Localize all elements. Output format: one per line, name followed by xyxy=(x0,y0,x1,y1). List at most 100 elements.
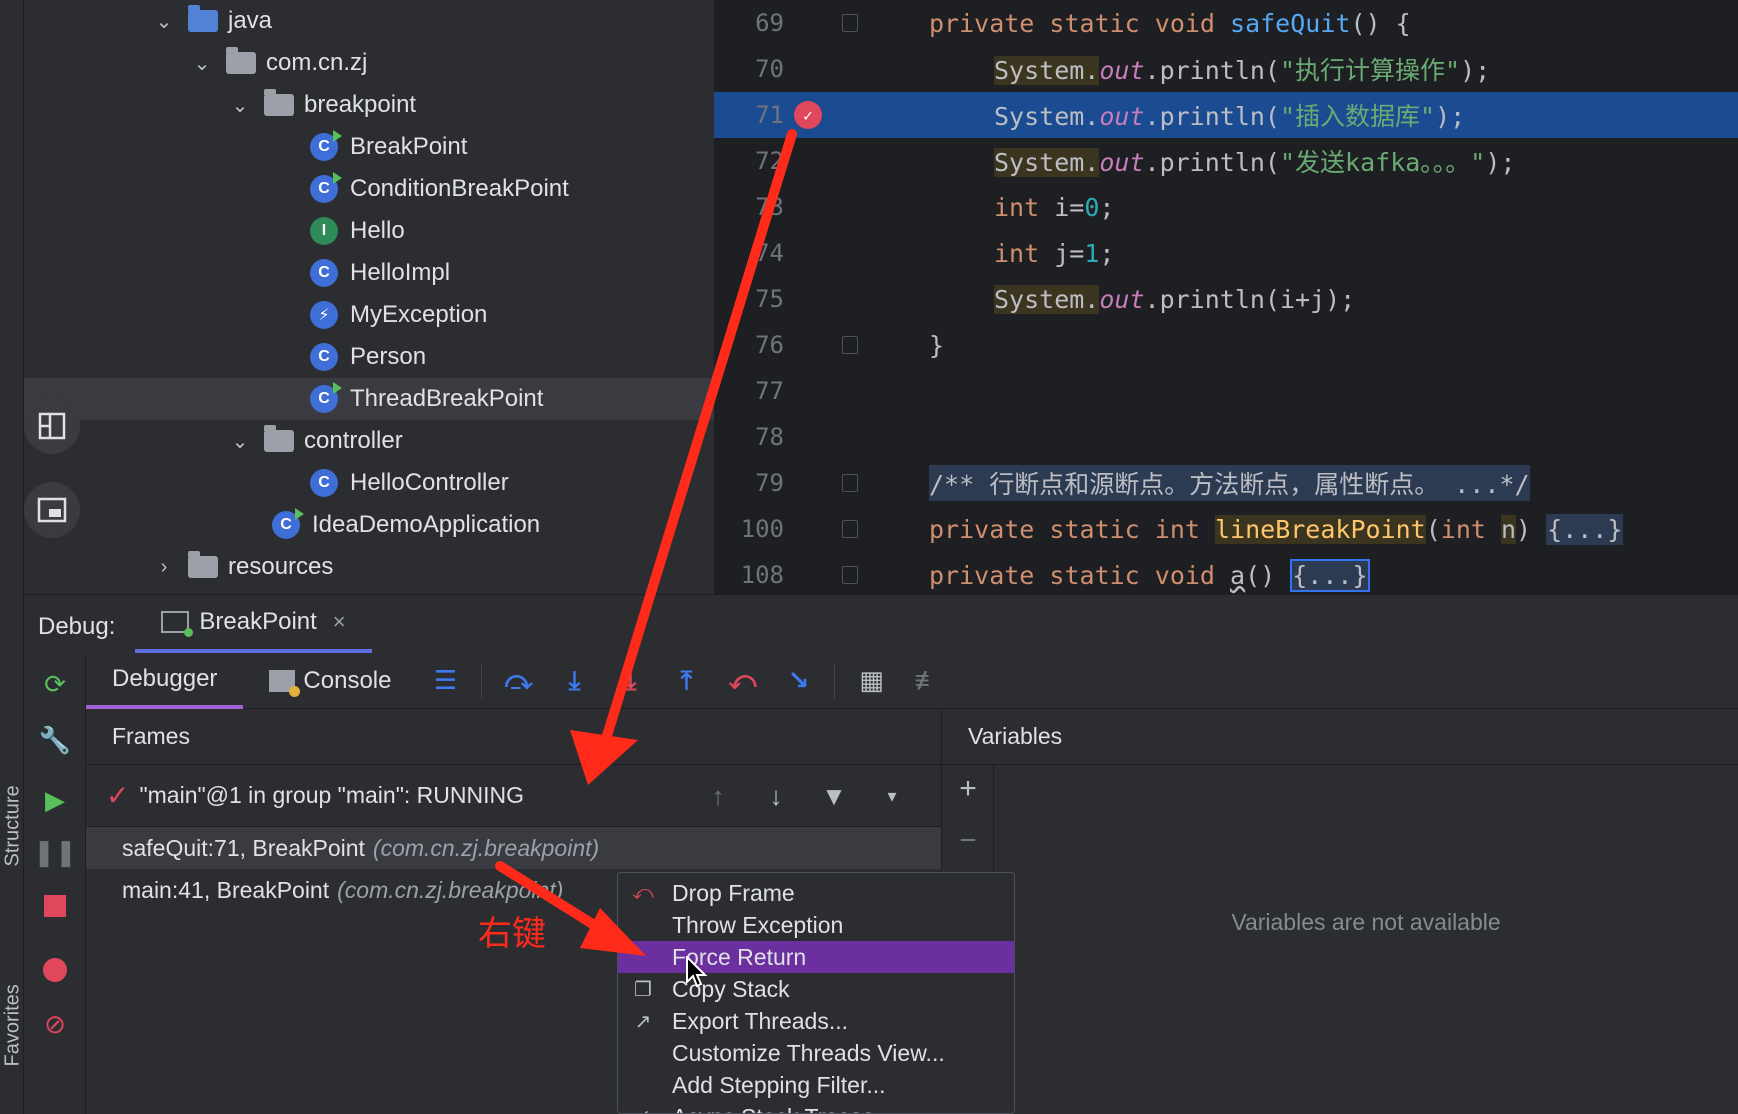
tab-debugger[interactable]: Debugger xyxy=(86,653,244,709)
arrow-down-icon[interactable]: ↓ xyxy=(747,781,805,812)
debugger-toolbar: Debugger Console ☰ ⤼ ⤓ ⤓ ⤒ ⤺ ↘ ▦ ≢ xyxy=(86,653,1738,709)
layout-toggle-button[interactable] xyxy=(24,398,80,454)
breakpoint-icon[interactable]: ✓ xyxy=(794,101,822,129)
menu-item-label: Customize Threads View... xyxy=(672,1039,945,1066)
tree-item[interactable]: C HelloController xyxy=(24,462,714,504)
tree-item[interactable]: C IdeaDemoApplication xyxy=(24,504,714,546)
code-line[interactable]: 74 int j=1; xyxy=(714,230,1738,276)
code-line[interactable]: 79 /** 行断点和源断点。方法断点，属性断点。 ...*/ xyxy=(714,460,1738,506)
current-execution-line[interactable]: 71 ✓ System.out.println("插入数据库"); xyxy=(714,92,1738,138)
tree-item[interactable]: C BreakPoint xyxy=(24,126,714,168)
force-step-into-icon[interactable]: ⤓ xyxy=(612,663,648,699)
code-line[interactable]: 76 } xyxy=(714,322,1738,368)
filter-icon[interactable]: ▼ xyxy=(805,781,863,812)
code-line[interactable]: 73 int i=0; xyxy=(714,184,1738,230)
tree-item[interactable]: ⌄ com.cn.zj xyxy=(24,42,714,84)
tab-console[interactable]: Console xyxy=(243,653,417,709)
arrow-up-icon[interactable]: ↑ xyxy=(689,781,747,812)
presentation-mode-button[interactable] xyxy=(24,482,80,538)
stack-frame[interactable]: safeQuit:71, BreakPoint (com.cn.zj.break… xyxy=(86,827,941,869)
line-number: 70 xyxy=(755,55,784,83)
tree-item[interactable]: I Hello xyxy=(24,210,714,252)
fold-marker-icon[interactable] xyxy=(842,336,858,354)
remove-watch-icon[interactable]: − xyxy=(954,826,982,856)
menu-item-customize-threads-view[interactable]: Customize Threads View... xyxy=(618,1037,1014,1069)
package-icon xyxy=(226,47,256,74)
code-text: System.out.println("插入数据库"); xyxy=(994,102,1466,131)
variables-title: Variables xyxy=(942,709,1738,765)
run-to-cursor-icon[interactable]: ↘ xyxy=(780,663,816,699)
tree-item[interactable]: › resources xyxy=(24,546,714,588)
chevron-down-icon[interactable]: ▾ xyxy=(863,786,921,807)
chevron-down-icon[interactable]: ⌄ xyxy=(154,9,174,34)
menu-item-copy-stack[interactable]: ❐ Copy Stack xyxy=(618,973,1014,1005)
menu-item-label: Async Stack Traces xyxy=(672,1104,874,1114)
fold-marker-icon[interactable] xyxy=(842,14,858,32)
code-line[interactable]: 75 System.out.println(i+j); xyxy=(714,276,1738,322)
tree-item[interactable]: ⌄ controller xyxy=(24,420,714,462)
code-editor[interactable]: 69 private static void safeQuit() { 70 S… xyxy=(714,0,1738,594)
structure-tool-label[interactable]: Structure xyxy=(2,785,25,866)
pause-icon[interactable]: ❚❚ xyxy=(33,835,77,869)
chevron-down-icon[interactable]: ⌄ xyxy=(230,429,250,454)
tree-item[interactable]: C ConditionBreakPoint xyxy=(24,168,714,210)
code-text: System.out.println(i+j); xyxy=(994,284,1356,314)
favorites-tool-label[interactable]: Favorites xyxy=(2,984,25,1066)
resume-icon[interactable]: ▶ xyxy=(38,783,72,817)
tree-item[interactable]: ⚡ MyException xyxy=(24,294,714,336)
debug-session-tab[interactable]: BreakPoint × xyxy=(135,595,372,653)
toolbar-separator xyxy=(481,662,483,699)
code-line[interactable]: 69 private static void safeQuit() { xyxy=(714,0,1738,46)
chevron-down-icon[interactable]: ⌄ xyxy=(192,51,212,76)
package-icon xyxy=(264,425,294,452)
code-line[interactable]: 100 private static int lineBreakPoint(in… xyxy=(714,506,1738,552)
tree-item-selected[interactable]: C ThreadBreakPoint xyxy=(24,378,714,420)
tree-item[interactable]: ⌄ java xyxy=(24,0,714,42)
tree-item[interactable]: C Person xyxy=(24,336,714,378)
line-number: 108 xyxy=(740,561,784,589)
menu-item-async-stack-traces[interactable]: ✓ Async Stack Traces xyxy=(618,1101,1014,1114)
code-text: System.out.println("发送kafka。。。"); xyxy=(994,148,1516,177)
code-line[interactable]: 108 private static void a() {...} xyxy=(714,552,1738,594)
tree-item[interactable]: ⌄ breakpoint xyxy=(24,84,714,126)
evaluate-expression-icon[interactable]: ▦ xyxy=(853,663,889,699)
trace-stream-icon[interactable]: ≢ xyxy=(909,663,945,699)
settings-wrench-icon[interactable]: 🔧 xyxy=(38,723,72,757)
code-line[interactable]: 72 System.out.println("发送kafka。。。"); xyxy=(714,138,1738,184)
spring-class-icon: C xyxy=(272,508,304,539)
menu-item-throw-exception[interactable]: Throw Exception xyxy=(618,909,1014,941)
fold-marker-icon[interactable] xyxy=(842,474,858,492)
step-into-icon[interactable]: ⤓ xyxy=(556,663,592,699)
menu-lines-icon[interactable]: ☰ xyxy=(427,663,463,699)
tree-item-label: Person xyxy=(350,343,427,370)
step-over-icon[interactable]: ⤼ xyxy=(500,663,536,699)
line-number: 77 xyxy=(755,377,784,405)
menu-item-add-stepping-filter[interactable]: Add Stepping Filter... xyxy=(618,1069,1014,1101)
stop-icon[interactable] xyxy=(38,889,72,923)
annotation-label: 右键 xyxy=(478,914,546,954)
menu-item-drop-frame[interactable]: ⤺ Drop Frame xyxy=(618,877,1014,909)
menu-item-force-return[interactable]: Force Return xyxy=(618,941,1014,973)
chevron-down-icon[interactable]: ⌄ xyxy=(230,93,250,118)
line-number: 100 xyxy=(740,515,784,543)
mute-breakpoints-icon[interactable]: ⊘ xyxy=(38,1007,72,1041)
tree-item-label: com.cn.zj xyxy=(266,49,368,76)
code-line[interactable]: 78 xyxy=(714,414,1738,460)
chevron-right-icon[interactable]: › xyxy=(154,556,174,579)
view-breakpoints-icon[interactable] xyxy=(38,953,72,987)
menu-item-export-threads[interactable]: ↗ Export Threads... xyxy=(618,1005,1014,1037)
thread-selector[interactable]: ✓ "main"@1 in group "main": RUNNING ↑ ↓ … xyxy=(86,765,941,827)
tree-item[interactable]: C HelloImpl xyxy=(24,252,714,294)
class-icon: C xyxy=(310,469,338,497)
drop-frame-icon[interactable]: ⤺ xyxy=(724,663,760,699)
fold-marker-icon[interactable] xyxy=(842,520,858,538)
add-watch-icon[interactable]: + xyxy=(954,774,982,804)
step-out-icon[interactable]: ⤒ xyxy=(668,663,704,699)
fold-marker-icon[interactable] xyxy=(842,566,858,584)
rerun-icon[interactable]: ⟳ xyxy=(38,667,72,701)
close-icon[interactable]: × xyxy=(333,609,346,635)
code-line[interactable]: 77 xyxy=(714,368,1738,414)
thread-tools: ↑ ↓ ▼ ▾ xyxy=(689,765,921,827)
debug-label: Debug: xyxy=(38,613,116,640)
code-line[interactable]: 70 System.out.println("执行计算操作"); xyxy=(714,46,1738,92)
